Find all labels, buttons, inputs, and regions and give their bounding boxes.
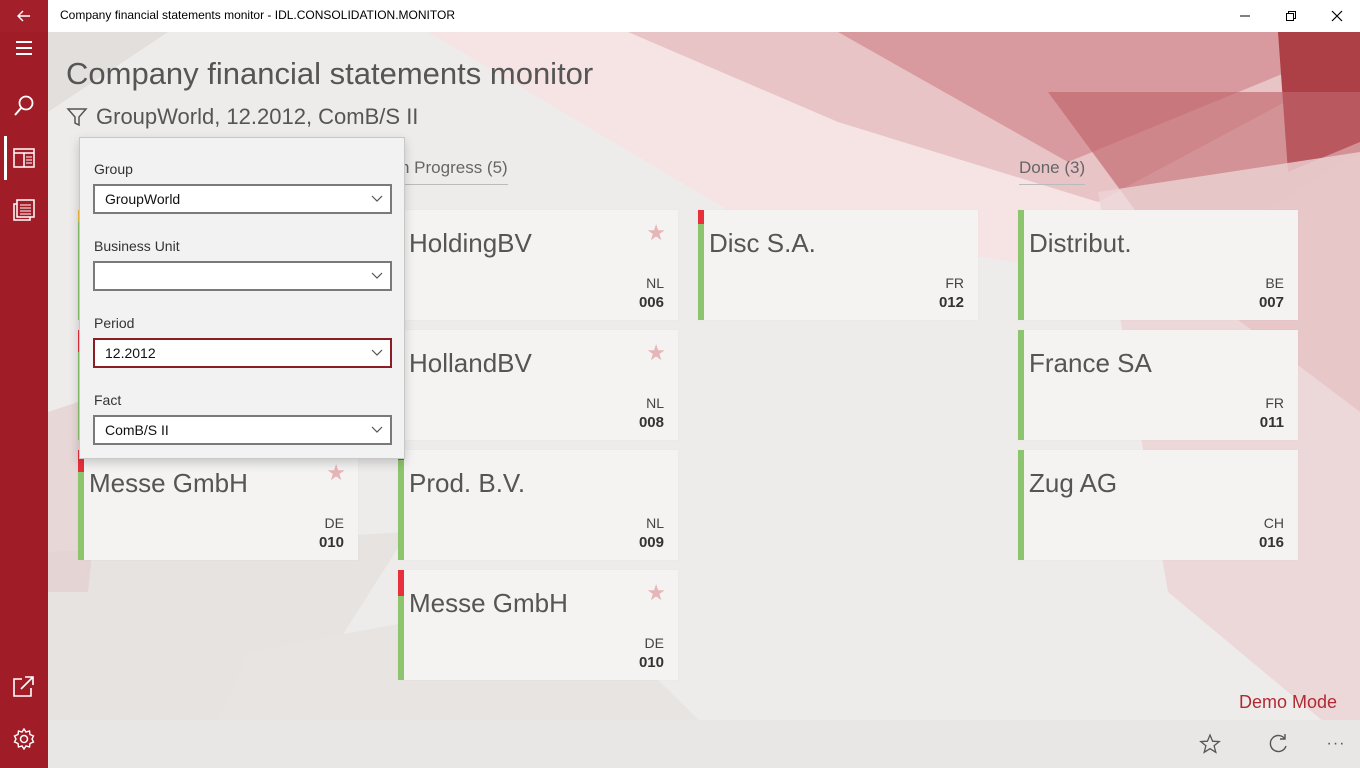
more-button[interactable]: ··· <box>1312 720 1360 768</box>
company-code: 008 <box>638 414 664 431</box>
company-card[interactable]: Distribut. BE 007 <box>1018 210 1298 320</box>
chevron-down-icon <box>371 272 383 279</box>
close-icon <box>1331 10 1343 22</box>
back-arrow-icon <box>17 10 30 22</box>
period-label: Period <box>94 315 135 331</box>
column-header-done[interactable]: Done (3) <box>1019 158 1086 185</box>
company-card-left-messe[interactable]: Messe GmbH ★ DE 010 <box>78 450 358 560</box>
business-unit-select[interactable] <box>93 261 392 291</box>
column-header-in-progress[interactable]: n Progress (5) <box>400 158 508 185</box>
refresh-button[interactable] <box>1254 720 1302 768</box>
company-country: BE <box>1265 275 1284 291</box>
search-button[interactable] <box>0 82 48 130</box>
alert-bar <box>698 210 704 224</box>
page-title: Company financial statements monitor <box>66 56 594 91</box>
fact-label: Fact <box>94 392 122 408</box>
sidebar-item-reports[interactable] <box>0 186 48 234</box>
window-title: Company financial statements monitor - I… <box>60 8 455 22</box>
status-bar <box>1018 210 1024 320</box>
restore-button[interactable] <box>1268 0 1314 32</box>
sidebar-item-dashboard[interactable] <box>0 134 48 182</box>
chevron-down-icon <box>371 426 383 433</box>
business-unit-label: Business Unit <box>94 238 180 254</box>
company-card[interactable]: HoldingBV ★ NL 006 <box>398 210 678 320</box>
chevron-down-icon <box>371 195 383 202</box>
minimize-icon <box>1240 15 1250 17</box>
open-external-button[interactable] <box>0 662 48 710</box>
open-external-icon <box>13 676 34 697</box>
star-outline-icon <box>1199 733 1221 754</box>
fact-select-value: ComB/S II <box>105 422 169 438</box>
company-name: Prod. B.V. <box>409 468 526 498</box>
company-code: 007 <box>1258 294 1284 311</box>
company-name: Messe GmbH <box>89 468 248 498</box>
company-name: Disc S.A. <box>709 228 816 258</box>
company-code: 010 <box>638 654 664 671</box>
close-button[interactable] <box>1314 0 1360 32</box>
company-card[interactable]: Disc S.A. FR 012 <box>698 210 978 320</box>
status-bar <box>1018 330 1024 440</box>
group-select[interactable]: GroupWorld <box>93 184 392 214</box>
dashboard-icon <box>13 148 35 168</box>
company-country: FR <box>1265 395 1284 411</box>
filter-flyout: Group GroupWorld Business Unit Period 12… <box>79 137 405 459</box>
demo-mode-label: Demo Mode <box>1238 692 1337 712</box>
company-code: 012 <box>938 294 964 311</box>
company-card[interactable]: HollandBV ★ NL 008 <box>398 330 678 440</box>
company-name: Zug AG <box>1029 468 1118 498</box>
company-country: DE <box>644 635 664 651</box>
company-name: France SA <box>1029 348 1152 378</box>
company-code: 011 <box>1259 414 1284 431</box>
company-name: HollandBV <box>409 348 532 378</box>
group-select-value: GroupWorld <box>105 191 181 207</box>
company-country: DE <box>324 515 344 531</box>
chevron-down-icon <box>371 349 383 356</box>
company-card[interactable]: France SA FR 011 <box>1018 330 1298 440</box>
report-list-icon <box>13 199 35 221</box>
settings-gear-icon <box>13 728 35 750</box>
company-country: NL <box>646 515 664 531</box>
company-card[interactable]: Zug AG CH 016 <box>1018 450 1298 560</box>
more-ellipsis-icon: ··· <box>1326 735 1346 752</box>
favorite-star-icon[interactable]: ★ <box>646 342 666 364</box>
favorite-star-icon[interactable]: ★ <box>326 462 346 484</box>
status-bar <box>398 450 404 560</box>
refresh-icon <box>1269 734 1287 753</box>
company-name: HoldingBV <box>409 228 532 258</box>
title-bar: Company financial statements monitor - I… <box>0 0 1360 32</box>
status-bar <box>698 210 704 320</box>
company-code: 016 <box>1258 534 1284 551</box>
hamburger-menu-icon <box>16 41 32 55</box>
company-card[interactable]: Prod. B.V. NL 009 <box>398 450 678 560</box>
period-select-value: 12.2012 <box>105 345 156 361</box>
settings-button[interactable] <box>0 715 48 763</box>
minimize-button[interactable] <box>1222 0 1268 32</box>
period-select[interactable]: 12.2012 <box>93 338 392 368</box>
restore-icon <box>1286 11 1296 21</box>
status-bar <box>1018 450 1024 560</box>
filter-summary-button[interactable]: GroupWorld, 12.2012, ComB/S II <box>66 104 418 130</box>
hamburger-menu-button[interactable] <box>0 24 48 72</box>
company-country: FR <box>945 275 964 291</box>
company-country: NL <box>646 275 664 291</box>
filter-summary-text: GroupWorld, 12.2012, ComB/S II <box>96 104 419 129</box>
favorite-button[interactable] <box>1186 720 1234 768</box>
bottom-app-bar: ··· <box>48 720 1360 768</box>
company-name: Messe GmbH <box>409 588 568 618</box>
fact-select[interactable]: ComB/S II <box>93 415 392 445</box>
company-card[interactable]: Messe GmbH ★ DE 010 <box>398 570 678 680</box>
favorite-star-icon[interactable]: ★ <box>646 222 666 244</box>
company-code: 009 <box>638 534 664 551</box>
search-icon <box>14 95 34 116</box>
alert-bar <box>398 570 404 596</box>
favorite-star-icon[interactable]: ★ <box>646 582 666 604</box>
company-code: 010 <box>318 534 344 551</box>
filter-icon <box>66 108 88 127</box>
company-country: NL <box>646 395 664 411</box>
company-country: CH <box>1263 515 1284 531</box>
group-label: Group <box>94 161 133 177</box>
company-name: Distribut. <box>1029 228 1132 258</box>
navigation-sidebar <box>0 32 48 768</box>
company-code: 006 <box>638 294 664 311</box>
